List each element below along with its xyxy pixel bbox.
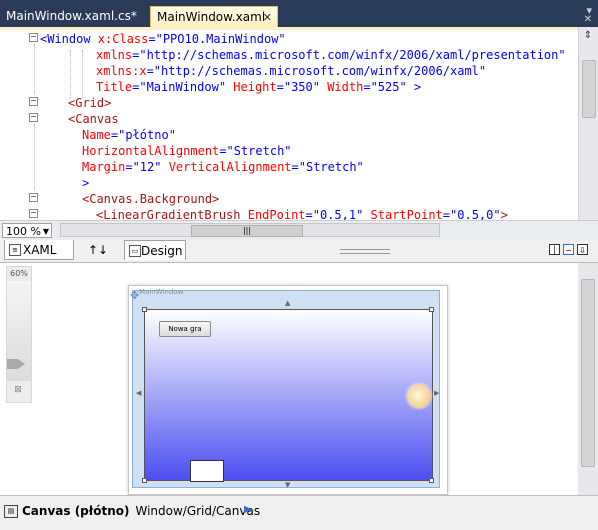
- chevron-down-icon: ▼: [42, 227, 49, 236]
- swap-panes-button[interactable]: ↑↓: [84, 240, 112, 260]
- collapse-toggle[interactable]: −: [29, 97, 38, 106]
- outline-line: [34, 124, 35, 190]
- indent-guide: [82, 50, 83, 98]
- arrow-up-icon[interactable]: ▲: [285, 299, 290, 307]
- outline-line: [34, 44, 35, 94]
- code-line: Margin="12" VerticalAlignment="Stretch": [82, 160, 364, 174]
- paddle[interactable]: [190, 460, 224, 482]
- code-line: Name="płótno": [82, 128, 176, 142]
- close-icon[interactable]: ✕: [584, 14, 592, 25]
- collapse-toggle[interactable]: −: [29, 209, 38, 218]
- collapse-toggle[interactable]: −: [29, 113, 38, 122]
- code-line: xmlns:x="http://schemas.microsoft.com/wi…: [96, 64, 487, 78]
- xaml-icon: ≡: [9, 244, 21, 256]
- split-view-bar: ≡ XAML ↑↓ ▭ Design │ ─ ⇩: [0, 240, 598, 263]
- breadcrumb: Canvas (płótno) Window/Grid/Canvas: [22, 504, 260, 518]
- editor-zoom-bar: 100 % ▼ |||: [0, 220, 598, 241]
- selected-element[interactable]: Canvas (płótno): [22, 504, 129, 518]
- fit-to-screen-icon[interactable]: ⊠: [11, 385, 25, 397]
- status-bar: ▤ Canvas (płótno) Window/Grid/Canvas ▶: [0, 495, 598, 530]
- element-path[interactable]: Window/Grid/Canvas: [135, 504, 260, 518]
- tab-mainwindow-xaml-cs[interactable]: MainWindow.xaml.cs*: [0, 6, 145, 27]
- resize-handle[interactable]: [142, 307, 147, 312]
- move-icon[interactable]: ✥: [130, 289, 139, 302]
- ball[interactable]: [407, 384, 431, 408]
- editor-horizontal-scrollbar[interactable]: |||: [60, 223, 440, 237]
- collapse-pane-icon[interactable]: ⇩: [577, 244, 588, 255]
- code-line: Title="MainWindow" Height="350" Width="5…: [96, 80, 422, 94]
- resize-handle[interactable]: [142, 478, 147, 483]
- tab-mainwindow-xaml[interactable]: MainWindow.xaml ✕: [150, 6, 278, 27]
- design-surface[interactable]: 60% ⊠ MainWindow ✥ Nowa gra ▲ ▼ ◀ ▶: [0, 263, 598, 495]
- new-game-button[interactable]: Nowa gra: [159, 321, 211, 337]
- tab-label: MainWindow.xaml: [157, 10, 266, 24]
- horizontal-split-icon[interactable]: ─: [563, 244, 574, 255]
- window-title: MainWindow: [139, 288, 184, 296]
- artboard: MainWindow ✥ Nowa gra ▲ ▼ ◀ ▶: [128, 285, 448, 495]
- resize-handle[interactable]: [429, 478, 434, 483]
- arrow-left-icon[interactable]: ◀: [136, 389, 141, 397]
- document-tab-strip: MainWindow.xaml.cs* MainWindow.xaml ✕ ▾ …: [0, 0, 598, 27]
- xaml-editor[interactable]: − − − − − <Window x:Class="PPO10.MainWin…: [0, 27, 598, 220]
- canvas-plotno[interactable]: Nowa gra: [144, 309, 433, 482]
- scrollbar-thumb[interactable]: [582, 60, 596, 118]
- designer-vertical-scrollbar[interactable]: [578, 263, 598, 495]
- code-line: >: [82, 176, 90, 190]
- collapse-toggle[interactable]: −: [29, 33, 38, 42]
- code-line: <Canvas.Background>: [82, 192, 220, 206]
- zoom-thumb[interactable]: [7, 359, 25, 369]
- code-line: <Grid>: [68, 96, 112, 110]
- window-preview[interactable]: MainWindow ✥ Nowa gra ▲ ▼ ◀ ▶: [130, 288, 440, 489]
- chevron-right-icon[interactable]: ▶: [244, 504, 252, 515]
- zoom-select[interactable]: 100 % ▼: [2, 223, 52, 238]
- zoom-track[interactable]: [7, 281, 31, 381]
- code-line: <Window x:Class="PPO10.MainWindow": [40, 32, 286, 46]
- arrow-right-icon[interactable]: ▶: [434, 389, 439, 397]
- split-icon[interactable]: ⇕: [582, 30, 594, 42]
- zoom-percent-label: 60%: [10, 269, 28, 278]
- zoom-slider[interactable]: 60% ⊠: [6, 266, 32, 403]
- code-line: xmlns="http://schemas.microsoft.com/winf…: [96, 48, 566, 62]
- code-line: <Canvas: [68, 112, 119, 126]
- tab-xaml[interactable]: ≡ XAML: [4, 240, 74, 260]
- scrollbar-thumb[interactable]: |||: [191, 225, 303, 237]
- resize-handle[interactable]: [429, 307, 434, 312]
- vertical-split-icon[interactable]: │: [549, 244, 560, 255]
- indent-guide: [70, 50, 71, 98]
- collapse-toggle[interactable]: −: [29, 193, 38, 202]
- tab-design[interactable]: ▭ Design: [124, 240, 186, 260]
- document-outline-icon[interactable]: ▤: [4, 505, 18, 518]
- design-icon: ▭: [129, 245, 141, 257]
- scrollbar-thumb[interactable]: [581, 279, 595, 467]
- code-line: <LinearGradientBrush EndPoint="0.5,1" St…: [96, 208, 508, 220]
- editor-vertical-scrollbar[interactable]: ⇕: [578, 27, 598, 220]
- close-icon[interactable]: ✕: [263, 7, 272, 28]
- code-line: HorizontalAlignment="Stretch": [82, 144, 292, 158]
- splitter-grip[interactable]: [340, 249, 390, 254]
- arrow-down-icon[interactable]: ▼: [285, 481, 290, 489]
